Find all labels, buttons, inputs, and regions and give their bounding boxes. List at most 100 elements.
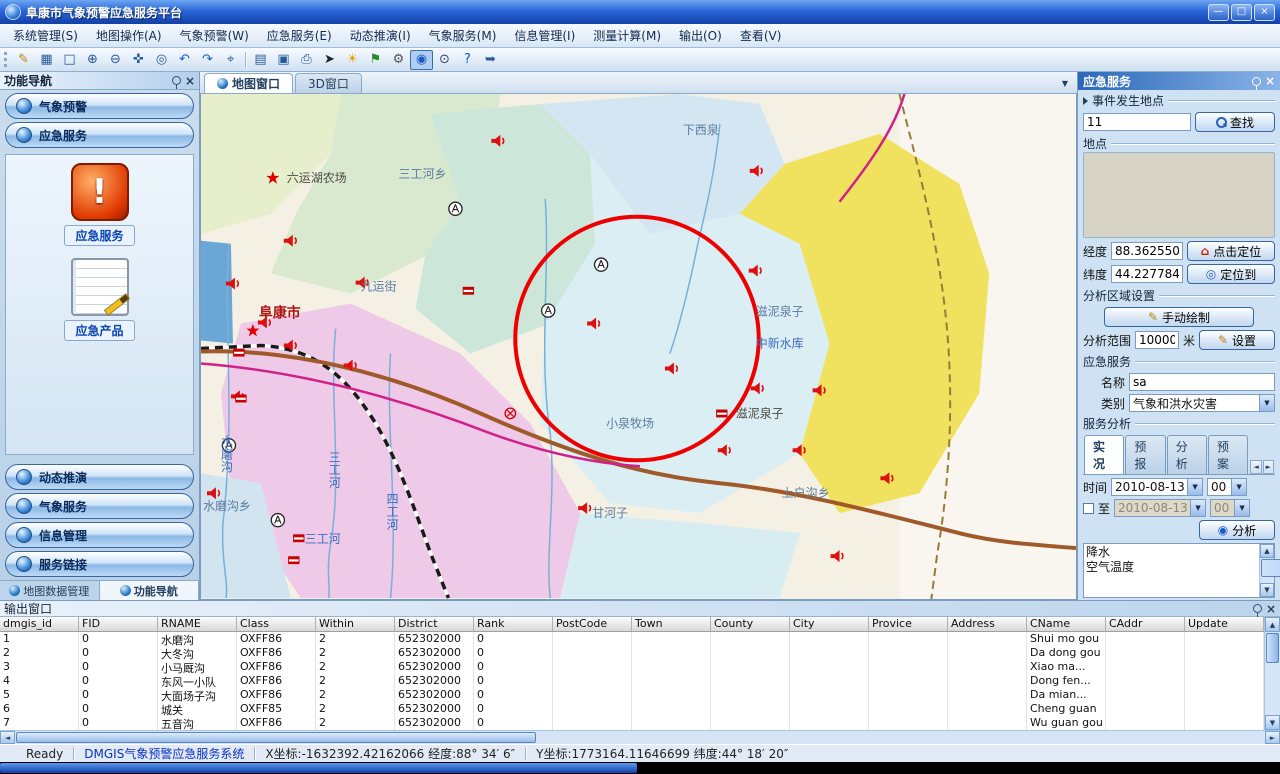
edit-pencil-icon[interactable]: ✎ xyxy=(12,50,35,70)
tab-map-window[interactable]: 地图窗口 xyxy=(204,73,293,93)
table-vertical-scrollbar[interactable] xyxy=(1264,617,1280,730)
column-header-Town[interactable]: Town xyxy=(632,617,711,631)
select-features-icon[interactable]: ▦ xyxy=(35,50,58,70)
menu-item-2[interactable]: 地图操作(A) xyxy=(87,23,171,48)
circled-a-marker[interactable] xyxy=(595,258,608,271)
print-icon[interactable]: ⎙ xyxy=(295,50,318,70)
column-header-CAddr[interactable]: CAddr xyxy=(1106,617,1185,631)
column-header-RNAME[interactable]: RNAME xyxy=(158,617,237,631)
menu-item-4[interactable]: 应急服务(E) xyxy=(258,23,341,48)
lamp-icon[interactable]: ☀ xyxy=(341,50,364,70)
analysis-range-input[interactable] xyxy=(1135,331,1179,349)
pin-icon[interactable] xyxy=(172,76,181,85)
nav-tab-2[interactable]: 功能导航 xyxy=(100,581,200,600)
flag-marker[interactable] xyxy=(236,395,246,402)
column-header-Provice[interactable]: Provice xyxy=(869,617,948,631)
scroll-left-icon[interactable] xyxy=(0,731,15,744)
column-header-Address[interactable]: Address xyxy=(948,617,1027,631)
analysis-tab-4[interactable]: 预案 xyxy=(1208,435,1248,474)
export-icon[interactable]: ➥ xyxy=(479,50,502,70)
menu-item-6[interactable]: 气象服务(M) xyxy=(420,23,506,48)
nav-card-document[interactable]: 应急产品 xyxy=(40,258,160,341)
help-icon[interactable]: ? xyxy=(456,50,479,70)
menu-item-8[interactable]: 测量计算(M) xyxy=(584,23,670,48)
scroll-right-icon[interactable] xyxy=(1265,731,1280,744)
flag-marker[interactable] xyxy=(234,349,244,356)
menu-item-5[interactable]: 动态推演(I) xyxy=(341,23,420,48)
nav-button-bottom-3[interactable]: 信息管理 xyxy=(5,522,194,548)
close-button[interactable]: × xyxy=(1254,4,1275,21)
dropdown-arrow-icon[interactable] xyxy=(1190,500,1205,516)
scroll-down-icon[interactable] xyxy=(1260,583,1274,597)
circled-a-marker[interactable] xyxy=(449,202,462,215)
pointer-icon[interactable]: ➤ xyxy=(318,50,341,70)
hour-select[interactable]: 00 xyxy=(1207,478,1247,496)
date-select[interactable]: 2010-08-13 xyxy=(1111,478,1203,496)
analysis-tab-3[interactable]: 分析 xyxy=(1167,435,1207,474)
scroll-thumb[interactable] xyxy=(1261,559,1280,577)
dropdown-arrow-icon[interactable] xyxy=(1187,479,1202,495)
pin-icon[interactable] xyxy=(1252,77,1261,86)
flag-marker[interactable] xyxy=(289,557,299,564)
visibility-eye-icon[interactable]: ⊙ xyxy=(433,50,456,70)
pin-icon[interactable] xyxy=(1253,604,1262,613)
table-row[interactable]: 70五音沟OXFF8626523020000Wu guan gou xyxy=(0,716,1264,730)
flag-marker[interactable] xyxy=(463,287,473,294)
weather-list-item[interactable]: 空气温度 xyxy=(1086,560,1257,575)
column-header-FID[interactable]: FID xyxy=(79,617,158,631)
nav-button-bottom-1[interactable]: 动态推演 xyxy=(5,464,194,490)
zoom-in-icon[interactable]: ⊕ xyxy=(81,50,104,70)
table-row[interactable]: 60城关OXFF8526523020000Cheng guan xyxy=(0,702,1264,716)
nav-button-bottom-2[interactable]: 气象服务 xyxy=(5,493,194,519)
scroll-up-icon[interactable] xyxy=(1265,617,1280,632)
analysis-tab-1[interactable]: 实况 xyxy=(1084,435,1124,474)
tab-3d-window[interactable]: 3D窗口 xyxy=(295,73,362,93)
service-globe-icon[interactable]: ◉ xyxy=(410,50,433,70)
next-view-icon[interactable]: ↷ xyxy=(196,50,219,70)
end-date-select[interactable]: 2010-08-13 xyxy=(1114,499,1206,517)
column-header-Rank[interactable]: Rank xyxy=(474,617,553,631)
column-header-Class[interactable]: Class xyxy=(237,617,316,631)
tab-scroll-right-icon[interactable] xyxy=(1263,460,1274,474)
menu-item-3[interactable]: 气象预警(W) xyxy=(171,23,258,48)
flag-marker[interactable] xyxy=(717,410,727,417)
menu-item-9[interactable]: 输出(O) xyxy=(670,23,731,48)
column-header-County[interactable]: County xyxy=(711,617,790,631)
close-icon[interactable] xyxy=(1266,602,1276,616)
dropdown-arrow-icon[interactable] xyxy=(1259,395,1274,411)
layers-icon[interactable]: ▤ xyxy=(249,50,272,70)
longitude-input[interactable] xyxy=(1111,242,1183,260)
tab-scroll-left-icon[interactable] xyxy=(1250,460,1261,474)
maximize-button[interactable]: □ xyxy=(1231,4,1252,21)
table-row[interactable]: 10水磨沟OXFF8626523020000Shui mo gou xyxy=(0,632,1264,646)
to-checkbox[interactable] xyxy=(1083,503,1094,514)
hotlink-flag-icon[interactable]: ⚑ xyxy=(364,50,387,70)
range-set-button[interactable]: 设置 xyxy=(1199,330,1275,350)
scroll-down-icon[interactable] xyxy=(1265,715,1280,730)
menu-item-10[interactable]: 查看(V) xyxy=(731,23,791,48)
select-box-icon[interactable]: □ xyxy=(58,50,81,70)
manual-draw-button[interactable]: 手动绘制 xyxy=(1104,307,1254,327)
settings-gear-icon[interactable]: ⚙ xyxy=(387,50,410,70)
service-name-input[interactable] xyxy=(1129,373,1275,391)
circled-a-marker[interactable] xyxy=(542,304,555,317)
weather-list-item[interactable]: 降水 xyxy=(1086,545,1257,560)
column-header-Update[interactable]: Update xyxy=(1185,617,1264,631)
nav-button-bottom-4[interactable]: 服务链接 xyxy=(5,551,194,577)
nav-button-top-1[interactable]: 气象预警 xyxy=(5,93,194,119)
scroll-up-icon[interactable] xyxy=(1260,544,1274,558)
toolbar-grip[interactable] xyxy=(4,52,7,67)
end-hour-select[interactable]: 00 xyxy=(1210,499,1250,517)
column-header-PostCode[interactable]: PostCode xyxy=(553,617,632,631)
scroll-thumb[interactable] xyxy=(1266,633,1279,663)
dropdown-arrow-icon[interactable] xyxy=(1234,500,1249,516)
zoom-out-icon[interactable]: ⊖ xyxy=(104,50,127,70)
previous-view-icon[interactable]: ↶ xyxy=(173,50,196,70)
column-header-dmgis_id[interactable]: dmgis_id xyxy=(0,617,79,631)
flag-marker[interactable] xyxy=(294,535,304,542)
map-image-icon[interactable]: ▣ xyxy=(272,50,295,70)
nav-card-alarm[interactable]: !应急服务 xyxy=(40,163,160,246)
search-button[interactable]: 查找 xyxy=(1195,112,1275,132)
table-row[interactable]: 20大冬沟OXFF8626523020000Da dong gou xyxy=(0,646,1264,660)
analyze-button[interactable]: 分析 xyxy=(1199,520,1275,540)
